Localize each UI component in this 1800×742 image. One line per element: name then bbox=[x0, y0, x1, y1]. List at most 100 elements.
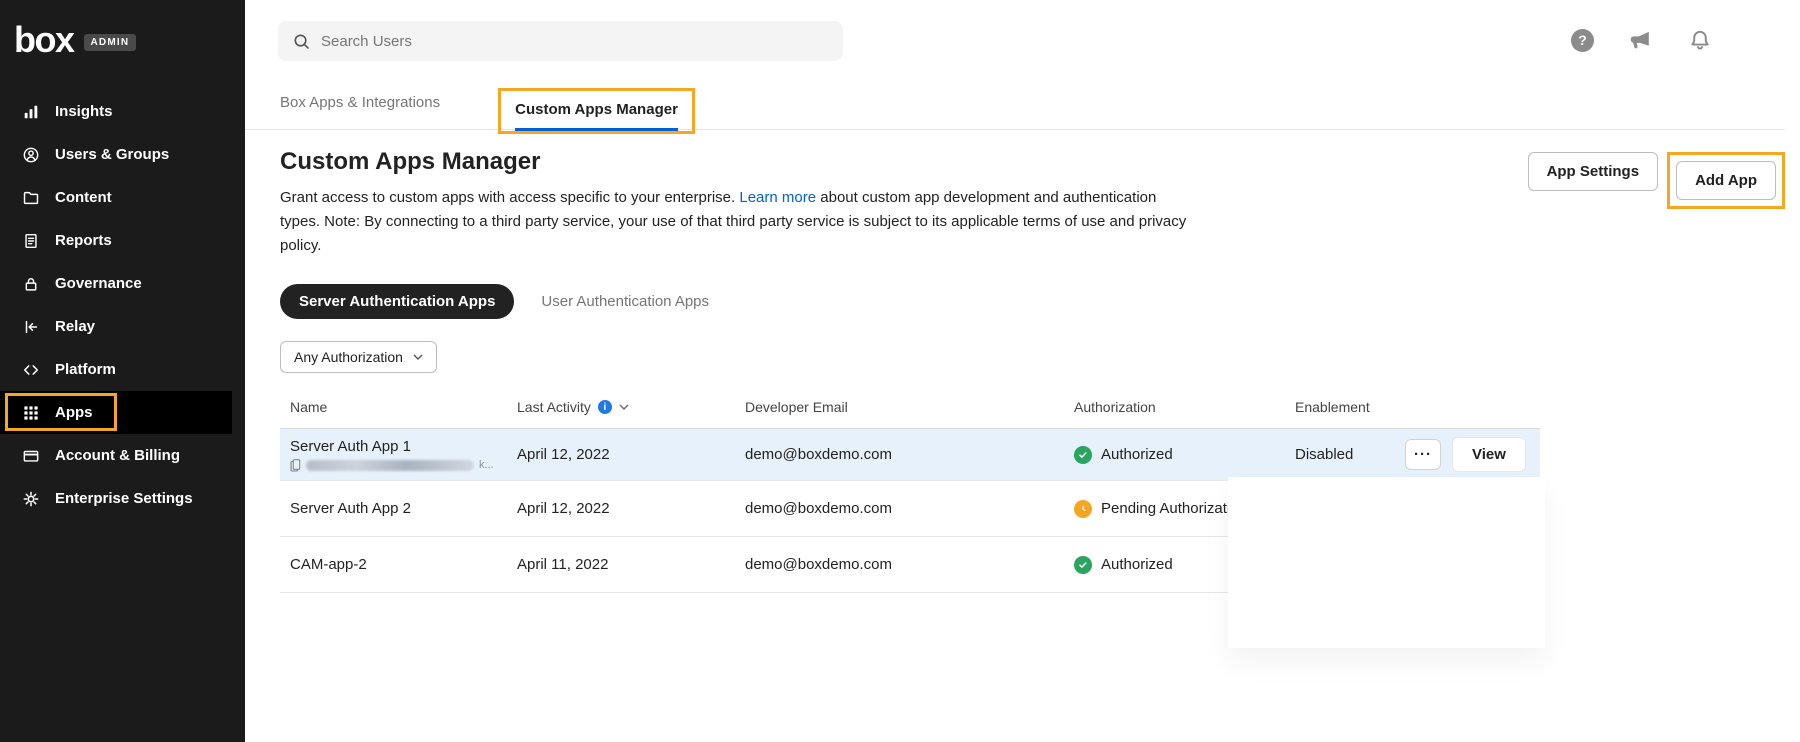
tab-custom-apps-manager[interactable]: Custom Apps Manager bbox=[515, 101, 678, 119]
sidebar-item-relay[interactable]: Relay bbox=[0, 305, 245, 348]
sidebar-item-label: Apps bbox=[55, 404, 93, 421]
add-app-highlight-box: Add App bbox=[1667, 152, 1785, 209]
sidebar-item-label: Users & Groups bbox=[55, 146, 169, 163]
page-title: Custom Apps Manager bbox=[280, 148, 1200, 176]
last-activity-cell: April 11, 2022 bbox=[517, 556, 745, 573]
tabs-row: Box Apps & Integrations Custom Apps Mana… bbox=[245, 80, 1785, 130]
client-id-line: k... bbox=[290, 459, 517, 472]
app-name: Server Auth App 2 bbox=[290, 500, 517, 517]
page-header-text: Custom Apps Manager Grant access to cust… bbox=[280, 148, 1200, 258]
sidebar-item-account-billing[interactable]: Account & Billing bbox=[0, 434, 245, 477]
learn-more-link[interactable]: Learn more bbox=[739, 189, 816, 206]
enablement-cell: Disabled bbox=[1295, 446, 1405, 463]
last-activity-cell: April 12, 2022 bbox=[517, 500, 745, 517]
users-icon bbox=[22, 146, 40, 164]
tab-highlight-box: Custom Apps Manager bbox=[498, 88, 695, 134]
app-name: CAM-app-2 bbox=[290, 556, 517, 573]
tab-box-apps-integrations[interactable]: Box Apps & Integrations bbox=[280, 80, 440, 111]
row-actions: ··· View bbox=[1405, 437, 1547, 472]
sidebar-item-label: Enterprise Settings bbox=[55, 490, 193, 507]
sidebar-item-governance[interactable]: Governance bbox=[0, 262, 245, 305]
last-activity-cell: April 12, 2022 bbox=[517, 446, 745, 463]
developer-email-cell: demo@boxdemo.com bbox=[745, 556, 1074, 573]
folder-icon bbox=[22, 189, 40, 207]
redaction-overlay bbox=[1228, 477, 1545, 648]
authorization-status: Authorized bbox=[1101, 446, 1173, 463]
announcements-icon[interactable] bbox=[1629, 28, 1653, 52]
logo-row: box ADMIN bbox=[0, 0, 245, 76]
notifications-bell-icon[interactable] bbox=[1688, 28, 1712, 52]
authorized-check-icon bbox=[1074, 446, 1092, 464]
column-header-enablement[interactable]: Enablement bbox=[1295, 399, 1405, 415]
credit-card-icon bbox=[22, 447, 40, 465]
column-header-last-activity[interactable]: Last Activity i bbox=[517, 399, 745, 415]
topbar: ? bbox=[245, 0, 1800, 80]
copy-icon[interactable] bbox=[290, 459, 301, 472]
more-options-button[interactable]: ··· bbox=[1405, 439, 1441, 470]
sidebar-item-label: Relay bbox=[55, 318, 95, 335]
sidebar-item-users-groups[interactable]: Users & Groups bbox=[0, 133, 245, 176]
description-text: Grant access to custom apps with access … bbox=[280, 189, 739, 206]
user-auth-apps-pill[interactable]: User Authentication Apps bbox=[541, 293, 709, 310]
auth-type-toggle: Server Authentication Apps User Authenti… bbox=[280, 284, 1800, 319]
code-chevrons-icon bbox=[22, 361, 40, 379]
gear-icon bbox=[22, 490, 40, 508]
authorization-status: Authorized bbox=[1101, 556, 1173, 573]
bar-chart-icon bbox=[22, 103, 40, 121]
sidebar: box ADMIN Insights Users & Groups Conten… bbox=[0, 0, 245, 742]
info-icon[interactable]: i bbox=[598, 400, 612, 414]
column-header-authorization[interactable]: Authorization bbox=[1074, 399, 1295, 415]
table-row[interactable]: Server Auth App 1 k... April 12, 2022 de… bbox=[280, 429, 1540, 481]
search-bar[interactable] bbox=[278, 21, 843, 61]
sidebar-item-enterprise-settings[interactable]: Enterprise Settings bbox=[0, 477, 245, 520]
add-app-button[interactable]: Add App bbox=[1676, 161, 1776, 200]
sidebar-item-label: Content bbox=[55, 189, 112, 206]
main-content: ? Box Apps & Integrations Custom Apps Ma… bbox=[245, 0, 1800, 742]
relay-arrow-icon bbox=[22, 318, 40, 336]
grid-icon bbox=[22, 404, 40, 422]
sidebar-item-label: Reports bbox=[55, 232, 112, 249]
header-actions: App Settings Add App bbox=[1528, 148, 1785, 258]
sidebar-item-insights[interactable]: Insights bbox=[0, 90, 245, 133]
active-tab-underline bbox=[515, 128, 678, 131]
sidebar-item-label: Account & Billing bbox=[55, 447, 180, 464]
server-auth-apps-pill[interactable]: Server Authentication Apps bbox=[280, 284, 514, 319]
developer-email-cell: demo@boxdemo.com bbox=[745, 446, 1074, 463]
app-settings-button[interactable]: App Settings bbox=[1528, 152, 1659, 191]
box-logo: box bbox=[14, 22, 74, 58]
search-input[interactable] bbox=[321, 33, 829, 50]
dropdown-label: Any Authorization bbox=[294, 349, 403, 365]
sidebar-item-label: Governance bbox=[55, 275, 142, 292]
column-header-developer-email[interactable]: Developer Email bbox=[745, 399, 1074, 415]
column-header-name[interactable]: Name bbox=[280, 399, 517, 415]
page-description: Grant access to custom apps with access … bbox=[280, 186, 1200, 258]
sort-chevron-down-icon bbox=[619, 404, 629, 410]
sidebar-item-apps[interactable]: Apps bbox=[0, 391, 232, 434]
developer-email-cell: demo@boxdemo.com bbox=[745, 500, 1074, 517]
sidebar-item-label: Platform bbox=[55, 361, 116, 378]
view-button[interactable]: View bbox=[1452, 437, 1526, 472]
sidebar-item-reports[interactable]: Reports bbox=[0, 219, 245, 262]
topbar-icons: ? bbox=[1571, 28, 1712, 52]
redacted-suffix: k... bbox=[479, 459, 494, 471]
admin-badge: ADMIN bbox=[84, 34, 137, 51]
page-header: Custom Apps Manager Grant access to cust… bbox=[245, 130, 1800, 258]
sidebar-nav: Insights Users & Groups Content Reports bbox=[0, 90, 245, 520]
authorized-check-icon bbox=[1074, 556, 1092, 574]
redacted-client-id bbox=[306, 460, 474, 471]
pending-clock-icon bbox=[1074, 500, 1092, 518]
chevron-down-icon bbox=[413, 354, 423, 360]
sidebar-item-label: Insights bbox=[55, 103, 113, 120]
app-name: Server Auth App 1 bbox=[290, 438, 517, 455]
lock-icon bbox=[22, 275, 40, 293]
sidebar-item-content[interactable]: Content bbox=[0, 176, 245, 219]
help-icon[interactable]: ? bbox=[1571, 29, 1594, 52]
authorization-status: Pending Authorization bbox=[1101, 500, 1247, 517]
app-name-cell: CAM-app-2 bbox=[280, 556, 517, 573]
authorization-cell: Authorized bbox=[1074, 446, 1295, 464]
authorization-filter-dropdown[interactable]: Any Authorization bbox=[280, 341, 437, 373]
sidebar-item-platform[interactable]: Platform bbox=[0, 348, 245, 391]
app-name-cell: Server Auth App 1 k... bbox=[280, 438, 517, 472]
table-header-row: Name Last Activity i Developer Email Aut… bbox=[280, 389, 1540, 429]
search-icon bbox=[292, 32, 311, 51]
